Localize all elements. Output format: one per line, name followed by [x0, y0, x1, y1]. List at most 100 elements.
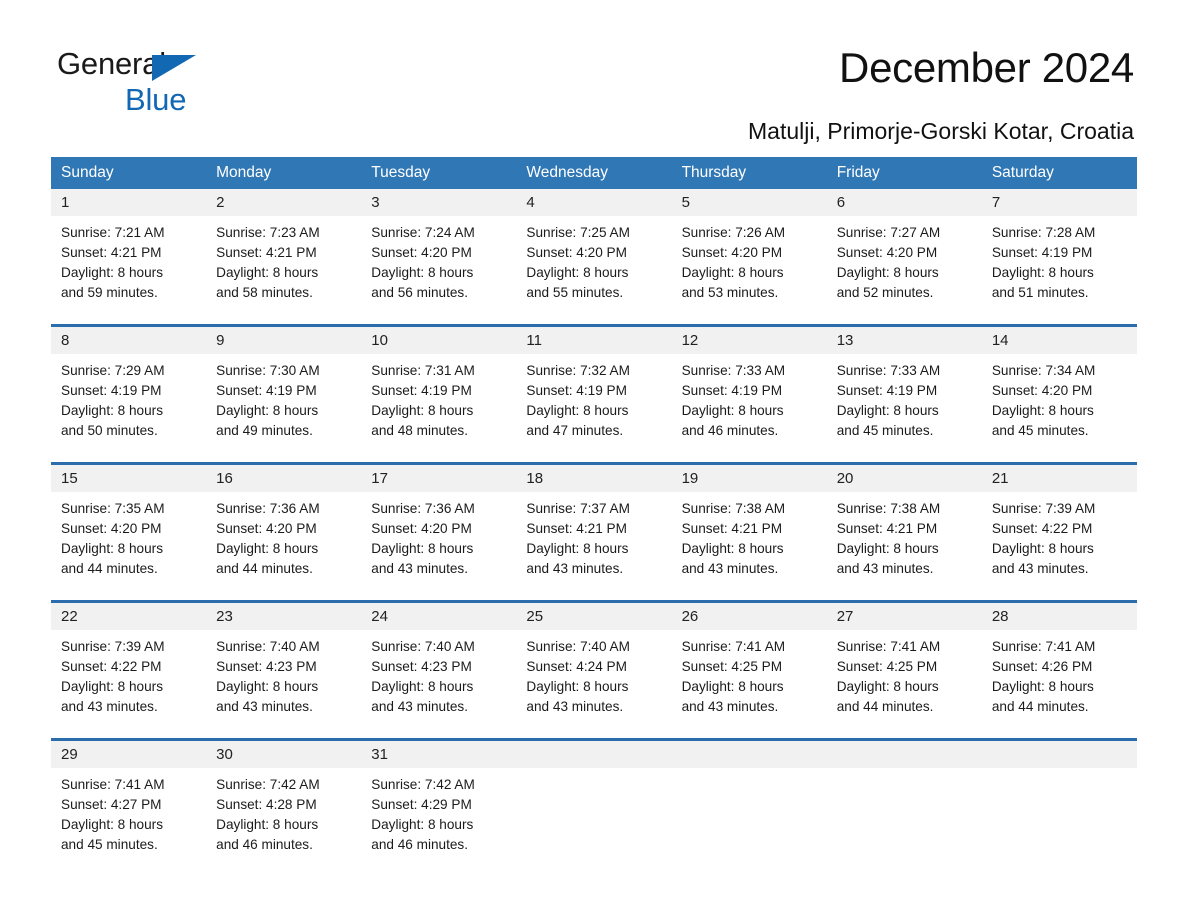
day-cell[interactable]: Sunrise: 7:25 AM Sunset: 4:20 PM Dayligh…	[516, 216, 671, 306]
day-cell[interactable]: Sunrise: 7:27 AM Sunset: 4:20 PM Dayligh…	[827, 216, 982, 306]
day-cell[interactable]: Sunrise: 7:24 AM Sunset: 4:20 PM Dayligh…	[361, 216, 516, 306]
daylight-text-line1: Daylight: 8 hours	[371, 679, 474, 694]
day-number: 17	[371, 470, 388, 487]
weekday-sunday: Sunday	[61, 164, 114, 181]
sunset-text: Sunset: 4:19 PM	[836, 383, 938, 398]
day-cell[interactable]: Sunrise: 7:39 AM Sunset: 4:22 PM Dayligh…	[51, 630, 206, 720]
day-number: 20	[836, 470, 854, 487]
daylight-text-line2: and 43 minutes.	[991, 561, 1089, 576]
general-blue-logo[interactable]: General Blue	[57, 48, 317, 118]
day-cell[interactable]: Sunrise: 7:36 AM Sunset: 4:20 PM Dayligh…	[361, 492, 516, 582]
week-date-number-row: 15 16 17 18 19 20 21	[51, 465, 1137, 492]
sunset-text: Sunset: 4:20 PM	[526, 245, 627, 260]
sunrise-text: Sunrise: 7:30 AM	[216, 363, 320, 378]
daylight-text-line2: and 43 minutes.	[216, 699, 313, 714]
week-date-number-row: 22 23 24 25 26 27 28	[51, 603, 1137, 630]
day-cell[interactable]: Sunrise: 7:39 AM Sunset: 4:22 PM Dayligh…	[982, 492, 1137, 582]
sunrise-text: Sunrise: 7:33 AM	[681, 363, 786, 378]
day-number: 25	[526, 608, 544, 625]
daylight-text-line2: and 45 minutes.	[991, 423, 1089, 438]
daylight-text-line1: Daylight: 8 hours	[371, 541, 474, 556]
daylight-text-line2: and 43 minutes.	[61, 699, 158, 714]
day-cell[interactable]: Sunrise: 7:33 AM Sunset: 4:19 PM Dayligh…	[672, 354, 827, 444]
day-cell[interactable]: Sunrise: 7:40 AM Sunset: 4:23 PM Dayligh…	[206, 630, 361, 720]
day-cell[interactable]: Sunrise: 7:41 AM Sunset: 4:25 PM Dayligh…	[672, 630, 827, 720]
daylight-text-line2: and 44 minutes.	[216, 561, 313, 576]
sunset-text: Sunset: 4:20 PM	[681, 245, 783, 260]
sunrise-text: Sunrise: 7:25 AM	[526, 225, 630, 240]
week-spacer	[51, 444, 1137, 462]
daylight-text-line2: and 43 minutes.	[836, 561, 934, 576]
daylight-text-line1: Daylight: 8 hours	[216, 265, 319, 280]
day-cell[interactable]: Sunrise: 7:31 AM Sunset: 4:19 PM Dayligh…	[361, 354, 516, 444]
sunset-text: Sunset: 4:25 PM	[681, 659, 783, 674]
day-cell[interactable]: Sunrise: 7:21 AM Sunset: 4:21 PM Dayligh…	[51, 216, 206, 306]
day-cell[interactable]: Sunrise: 7:40 AM Sunset: 4:24 PM Dayligh…	[516, 630, 671, 720]
day-cell[interactable]: Sunrise: 7:29 AM Sunset: 4:19 PM Dayligh…	[51, 354, 206, 444]
day-number: 15	[61, 470, 78, 487]
day-number: 19	[681, 470, 699, 487]
day-cell[interactable]: Sunrise: 7:41 AM Sunset: 4:27 PM Dayligh…	[51, 768, 206, 858]
day-cell[interactable]: Sunrise: 7:36 AM Sunset: 4:20 PM Dayligh…	[206, 492, 361, 582]
daylight-text-line2: and 43 minutes.	[681, 561, 779, 576]
day-cell[interactable]: Sunrise: 7:42 AM Sunset: 4:29 PM Dayligh…	[361, 768, 516, 858]
day-number: 22	[61, 608, 78, 625]
weekday-thursday: Thursday	[681, 164, 747, 181]
day-number: 7	[991, 194, 1001, 211]
daylight-text-line1: Daylight: 8 hours	[526, 265, 629, 280]
sunset-text: Sunset: 4:26 PM	[991, 659, 1093, 674]
day-cell[interactable]: Sunrise: 7:33 AM Sunset: 4:19 PM Dayligh…	[827, 354, 982, 444]
day-number: 26	[681, 608, 699, 625]
day-cell[interactable]: Sunrise: 7:40 AM Sunset: 4:23 PM Dayligh…	[361, 630, 516, 720]
day-cell[interactable]: Sunrise: 7:30 AM Sunset: 4:19 PM Dayligh…	[206, 354, 361, 444]
daylight-text-line2: and 43 minutes.	[371, 561, 469, 576]
day-cell[interactable]: Sunrise: 7:32 AM Sunset: 4:19 PM Dayligh…	[516, 354, 671, 444]
sunset-text: Sunset: 4:19 PM	[61, 383, 162, 398]
sunrise-text: Sunrise: 7:27 AM	[836, 225, 941, 240]
daylight-text-line2: and 59 minutes.	[61, 285, 158, 300]
daylight-text-line2: and 53 minutes.	[681, 285, 779, 300]
daylight-text-line1: Daylight: 8 hours	[216, 679, 319, 694]
calendar-page: General Blue December 2024 Matulji, Prim…	[0, 0, 1188, 918]
daylight-text-line1: Daylight: 8 hours	[681, 403, 784, 418]
day-number: 27	[836, 608, 854, 625]
daylight-text-line1: Daylight: 8 hours	[61, 679, 164, 694]
week-body-row: Sunrise: 7:41 AM Sunset: 4:27 PM Dayligh…	[51, 768, 1137, 858]
day-cell[interactable]: Sunrise: 7:38 AM Sunset: 4:21 PM Dayligh…	[672, 492, 827, 582]
day-number: 10	[371, 332, 388, 349]
day-cell[interactable]: Sunrise: 7:34 AM Sunset: 4:20 PM Dayligh…	[982, 354, 1137, 444]
daylight-text-line1: Daylight: 8 hours	[371, 265, 474, 280]
weekday-header-row: Sunday Monday Tuesday Wednesday Thursday…	[51, 157, 1137, 189]
daylight-text-line2: and 44 minutes.	[991, 699, 1089, 714]
sunrise-text: Sunrise: 7:39 AM	[61, 639, 165, 654]
daylight-text-line2: and 48 minutes.	[371, 423, 469, 438]
day-cell[interactable]: Sunrise: 7:42 AM Sunset: 4:28 PM Dayligh…	[206, 768, 361, 858]
daylight-text-line2: and 46 minutes.	[216, 837, 313, 852]
daylight-text-line2: and 44 minutes.	[61, 561, 158, 576]
day-number: 23	[216, 608, 233, 625]
daylight-text-line1: Daylight: 8 hours	[526, 541, 629, 556]
day-number: 1	[61, 194, 70, 211]
day-cell[interactable]: Sunrise: 7:41 AM Sunset: 4:26 PM Dayligh…	[982, 630, 1137, 720]
day-number: 13	[836, 332, 854, 349]
sunrise-text: Sunrise: 7:40 AM	[371, 639, 475, 654]
day-cell[interactable]: Sunrise: 7:23 AM Sunset: 4:21 PM Dayligh…	[206, 216, 361, 306]
sunrise-text: Sunrise: 7:26 AM	[681, 225, 786, 240]
daylight-text-line2: and 43 minutes.	[526, 699, 624, 714]
day-number: 4	[526, 194, 535, 211]
sunset-text: Sunset: 4:25 PM	[836, 659, 938, 674]
sunrise-text: Sunrise: 7:32 AM	[526, 363, 630, 378]
day-cell[interactable]: Sunrise: 7:35 AM Sunset: 4:20 PM Dayligh…	[51, 492, 206, 582]
day-cell[interactable]: Sunrise: 7:38 AM Sunset: 4:21 PM Dayligh…	[827, 492, 982, 582]
daylight-text-line1: Daylight: 8 hours	[526, 403, 629, 418]
day-cell[interactable]: Sunrise: 7:41 AM Sunset: 4:25 PM Dayligh…	[827, 630, 982, 720]
day-cell-empty	[672, 768, 827, 858]
day-number: 6	[836, 194, 846, 211]
sunset-text: Sunset: 4:20 PM	[216, 521, 317, 536]
day-cell[interactable]: Sunrise: 7:26 AM Sunset: 4:20 PM Dayligh…	[672, 216, 827, 306]
day-cell[interactable]: Sunrise: 7:37 AM Sunset: 4:21 PM Dayligh…	[516, 492, 671, 582]
day-number: 30	[216, 746, 233, 763]
weekday-wednesday: Wednesday	[526, 164, 608, 181]
sunset-text: Sunset: 4:21 PM	[61, 245, 162, 260]
day-cell[interactable]: Sunrise: 7:28 AM Sunset: 4:19 PM Dayligh…	[982, 216, 1137, 306]
